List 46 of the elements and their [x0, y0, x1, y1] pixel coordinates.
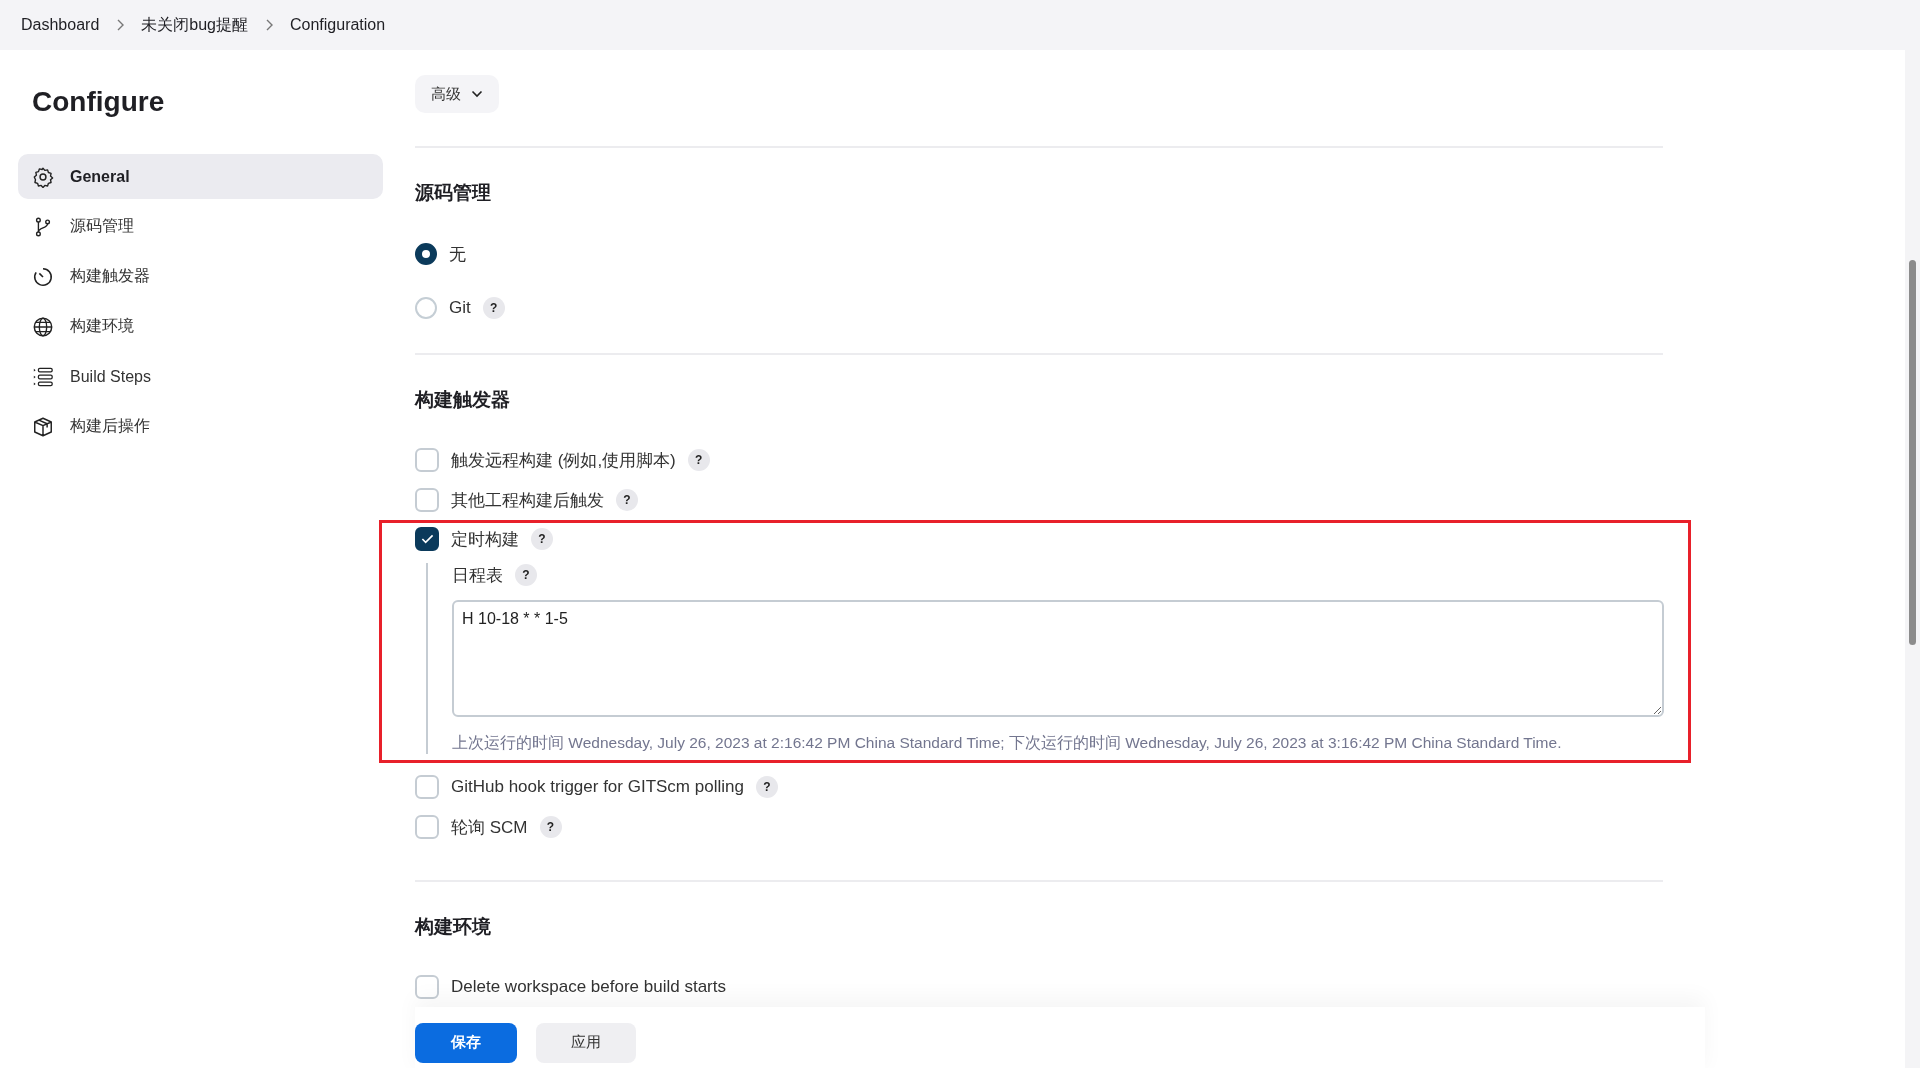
chevron-right-icon	[264, 18, 274, 32]
section-heading: 构建环境	[415, 915, 492, 939]
package-icon	[32, 415, 54, 438]
checkbox[interactable]	[415, 527, 439, 551]
breadcrumb-link[interactable]: Configuration	[290, 16, 386, 34]
help-icon[interactable]: ?	[687, 449, 710, 471]
chevron-right-icon	[115, 18, 126, 32]
sidebar-item[interactable]: Build Steps	[18, 354, 383, 399]
option-label: 无	[449, 243, 466, 266]
chevron-down-icon	[471, 90, 483, 98]
advanced-button[interactable]: 高级	[415, 75, 499, 113]
apply-button[interactable]: 应用	[536, 1022, 636, 1063]
sidebar-item[interactable]: 构建触发器	[18, 254, 383, 299]
option-label: Delete workspace before build starts	[451, 977, 726, 997]
schedule-note: 上次运行的时间 Wednesday, July 26, 2023 at 2:16:42 PM China Standard Time; 下次运行的时间 Wednesday, July 26, 2023 at 3:16:42 PM China Standard Time.	[452, 733, 1563, 753]
option-label: 其他工程构建后触发	[451, 489, 604, 512]
option-label: 轮询 SCM	[451, 816, 528, 839]
option-label: 触发远程构建 (例如,使用脚本)	[451, 449, 676, 472]
breadcrumb-link[interactable]: 未关闭bug提醒	[141, 14, 248, 36]
option-label: GitHub hook trigger for GITScm polling	[451, 777, 744, 797]
save-button[interactable]: 保存	[415, 1022, 517, 1063]
settings-icon	[32, 165, 54, 188]
checkmark-icon	[420, 534, 434, 544]
timer-icon	[32, 265, 54, 288]
help-icon[interactable]: ?	[755, 776, 778, 798]
breadcrumb-link[interactable]: Dashboard	[21, 16, 100, 34]
help-icon[interactable]: ?	[616, 489, 638, 511]
page-title: Configure	[32, 86, 166, 118]
help-icon[interactable]: ?	[539, 816, 562, 838]
help-icon[interactable]: ?	[482, 297, 505, 319]
list-icon	[32, 365, 54, 388]
option-label: 定时构建	[451, 528, 519, 551]
section-heading: 源码管理	[415, 181, 492, 205]
option-label: Git	[449, 298, 471, 318]
sidebar-item[interactable]: General	[18, 154, 383, 199]
scrollbar[interactable]	[1905, 50, 1920, 1068]
field-label: 日程表	[452, 564, 503, 587]
radio-button[interactable]	[415, 243, 437, 265]
section-heading: 构建触发器	[415, 388, 511, 412]
sidebar-item[interactable]: 源码管理	[18, 204, 383, 249]
help-icon[interactable]: ?	[515, 564, 537, 586]
help-icon[interactable]: ?	[531, 528, 553, 550]
schedule-field[interactable]: H 10-18 * * 1-5	[452, 600, 1664, 717]
sidebar-item[interactable]: 构建环境	[18, 304, 383, 349]
sidebar-item[interactable]: 构建后操作	[18, 404, 383, 449]
globe-icon	[32, 315, 54, 338]
